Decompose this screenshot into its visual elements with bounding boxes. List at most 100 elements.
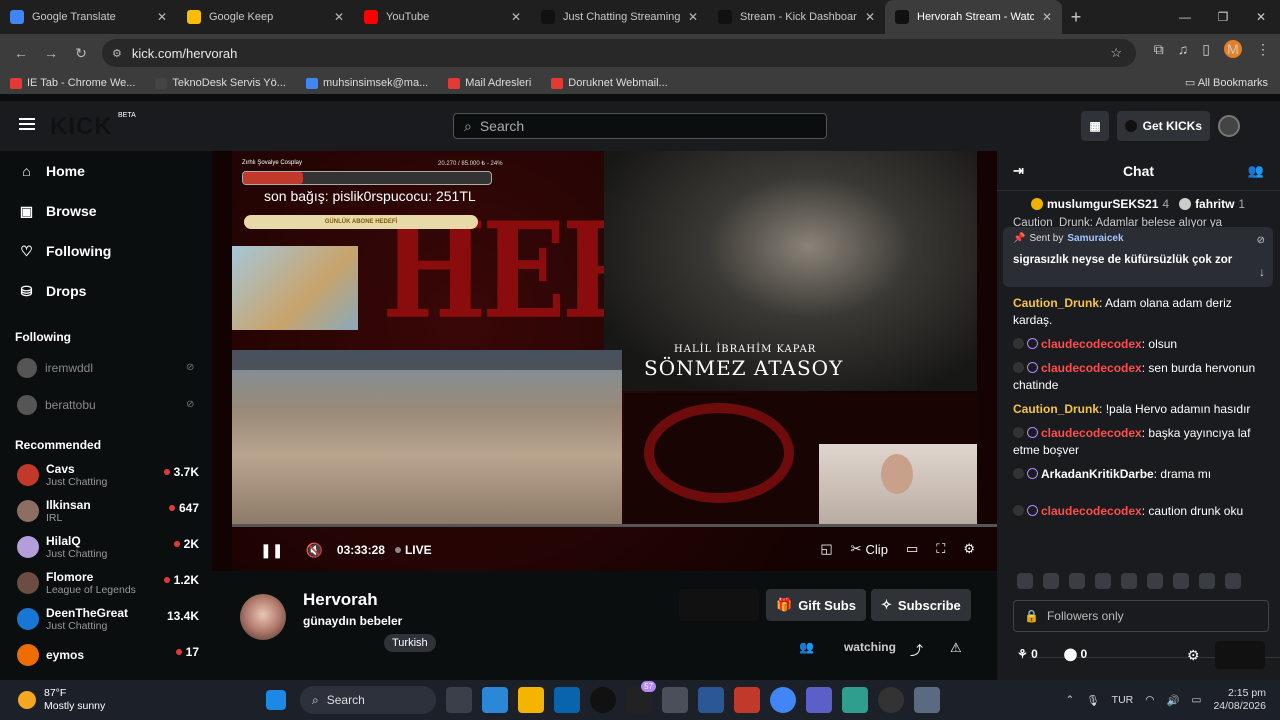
microphone-icon[interactable]: 🎙 <box>1086 694 1099 707</box>
taskbar-search[interactable]: ⌕ Search <box>300 686 436 714</box>
site-info-icon[interactable]: ⚙ <box>112 47 122 60</box>
user-avatar[interactable] <box>1218 115 1240 137</box>
forward-icon[interactable]: → <box>36 45 66 61</box>
sync-app-icon[interactable] <box>878 687 904 713</box>
expand-pin-icon[interactable]: ↓ <box>1259 265 1265 279</box>
chat-send-button[interactable] <box>1215 641 1265 669</box>
bookmark-item[interactable]: TeknoDesk Servis Yö... <box>155 77 286 89</box>
browser-tab[interactable]: Google Keep ✕ <box>177 0 354 34</box>
following-item[interactable]: berattobu ⊘ <box>0 386 212 423</box>
rdo-app-icon[interactable] <box>698 687 724 713</box>
pen-app-icon[interactable] <box>662 687 688 713</box>
browser-tab[interactable]: Just Chatting Streaming - ✕ <box>531 0 708 34</box>
close-window-icon[interactable]: ✕ <box>1242 0 1280 34</box>
chat-username[interactable]: Caution_Drunk <box>1013 296 1099 310</box>
sidebar-item-browse[interactable]: ▣ Browse <box>0 191 212 231</box>
browser-tab[interactable]: Google Translate ✕ <box>0 0 177 34</box>
chrome-icon[interactable] <box>770 687 796 713</box>
tab-close-icon[interactable]: ✕ <box>1042 10 1052 24</box>
recommended-item[interactable]: Cavs Just Chatting 3.7K <box>0 457 212 493</box>
chat-settings-icon[interactable]: ⚙ <box>1187 647 1200 664</box>
tab-close-icon[interactable]: ✕ <box>334 10 344 24</box>
chat-username[interactable]: Caution_Drunk <box>1013 402 1099 416</box>
volume-icon[interactable]: 🔊 <box>1166 694 1179 707</box>
emote-icon[interactable] <box>1147 573 1163 589</box>
menu-hamburger-icon[interactable] <box>19 118 35 130</box>
wifi-icon[interactable]: ◠ <box>1145 694 1154 706</box>
hide-pin-icon[interactable]: ⊘ <box>1257 235 1265 246</box>
maximize-icon[interactable]: ❐ <box>1204 0 1242 34</box>
chat-users-icon[interactable]: 👥 <box>1248 163 1264 179</box>
emote-icon[interactable] <box>1121 573 1137 589</box>
following-item[interactable]: iremwddl ⊘ <box>0 349 212 386</box>
streamer-name[interactable]: Hervorah <box>303 590 378 610</box>
theater-mode-icon[interactable]: ▭ <box>906 541 918 557</box>
player-progress-bar[interactable] <box>232 524 997 527</box>
task-view-icon[interactable] <box>446 687 472 713</box>
notification-app-icon[interactable]: 57 <box>626 681 656 713</box>
profile-avatar[interactable]: M <box>1224 40 1242 58</box>
tray-expand-icon[interactable]: ⌃ <box>1066 694 1075 706</box>
collapse-chat-icon[interactable]: ⇥ <box>1013 163 1024 179</box>
clock[interactable]: 2:15 pm 24/08/2026 <box>1213 687 1266 713</box>
sidebar-item-home[interactable]: ⌂ Home <box>0 151 212 191</box>
recommended-item[interactable]: Ilkinsan IRL 647 <box>0 493 212 529</box>
kick-logo[interactable]: KICK <box>50 113 113 141</box>
bookmark-item[interactable]: muhsinsimsek@ma... <box>305 77 428 89</box>
media-icon[interactable]: ♫ <box>1178 41 1189 57</box>
subscribe-button[interactable]: ✧ Subscribe <box>871 589 971 621</box>
kicks-balance[interactable]: ⚘ 0 <box>1017 647 1038 661</box>
sidebar-item-drops[interactable]: ⛁ Drops <box>0 271 212 311</box>
gifter[interactable]: muslumgurSEKS21 4 <box>1031 197 1169 211</box>
get-kicks-button[interactable]: Get KICKs <box>1116 111 1210 141</box>
emote-icon[interactable] <box>1017 573 1033 589</box>
search-input[interactable]: ⌕ Search <box>453 113 827 139</box>
chat-username[interactable]: ArkadanKritikDarbe <box>1041 467 1154 481</box>
share-icon[interactable]: ⤴ <box>910 640 923 659</box>
tab-close-icon[interactable]: ✕ <box>865 10 875 24</box>
pinned-user[interactable]: Samuraicek <box>1067 233 1123 244</box>
gift-subs-button[interactable]: 🎁 Gift Subs <box>766 589 866 621</box>
emote-icon[interactable] <box>1069 573 1085 589</box>
emote-icon[interactable] <box>1043 573 1059 589</box>
chat-username[interactable]: claudecodecodex <box>1041 426 1142 440</box>
browser-tab[interactable]: YouTube ✕ <box>354 0 531 34</box>
store-button[interactable]: ▦ <box>1081 111 1109 141</box>
url-bar[interactable]: ⚙ kick.com/hervorah ☆ <box>102 39 1136 67</box>
bookmark-star-icon[interactable]: ☆ <box>1110 45 1122 61</box>
start-icon[interactable] <box>266 690 286 710</box>
video-player[interactable]: HERV HALİL İBRAHİM KAPAR SÖNMEZ ATASOY Z… <box>212 151 997 571</box>
bookmark-item[interactable]: Mail Adresleri <box>448 77 531 89</box>
tab-close-icon[interactable]: ✕ <box>688 10 698 24</box>
cursor-app-icon[interactable] <box>734 687 760 713</box>
volume-muted-icon[interactable]: 🔇 <box>305 542 322 559</box>
chat-username[interactable]: claudecodecodex <box>1041 504 1142 518</box>
recommended-item[interactable]: eymos 17 <box>0 637 212 673</box>
language-tag[interactable]: Turkish <box>384 634 436 652</box>
follow-button[interactable] <box>679 589 759 621</box>
settings-gear-icon[interactable]: ⚙ <box>963 541 975 557</box>
miniplayer-icon[interactable]: ◱ <box>820 541 832 557</box>
emote-icon[interactable] <box>1173 573 1189 589</box>
browser-tab[interactable]: Hervorah Stream - Watch ✕ <box>885 0 1062 34</box>
all-bookmarks[interactable]: ▭ All Bookmarks <box>1185 76 1268 89</box>
tab-close-icon[interactable]: ✕ <box>157 10 167 24</box>
outlook-icon[interactable] <box>554 687 580 713</box>
extensions-icon[interactable]: ⧉ <box>1154 41 1164 58</box>
emote-icon[interactable] <box>1225 573 1241 589</box>
chat-username[interactable]: claudecodecodex <box>1041 337 1142 351</box>
live-indicator[interactable]: LIVE <box>395 543 432 557</box>
file-explorer-icon[interactable] <box>518 687 544 713</box>
tab-close-icon[interactable]: ✕ <box>511 10 521 24</box>
emote-icon[interactable] <box>1095 573 1111 589</box>
clip-button[interactable]: ✂ Clip <box>851 541 888 557</box>
settings-app-icon[interactable] <box>914 687 940 713</box>
recommended-item[interactable]: HilalQ Just Chatting 2K <box>0 529 212 565</box>
language-indicator[interactable]: TUR <box>1112 694 1134 706</box>
battery-icon[interactable]: ▭ <box>1192 694 1202 706</box>
report-icon[interactable]: ⚠ <box>950 640 962 656</box>
menu-icon[interactable]: ⋮ <box>1256 41 1270 58</box>
recommended-item[interactable]: DeenTheGreat Just Chatting 13.4K <box>0 601 212 637</box>
recommended-item[interactable]: Flomore League of Legends 1.2K <box>0 565 212 601</box>
sidebar-item-following[interactable]: ♡ Following <box>0 231 212 271</box>
